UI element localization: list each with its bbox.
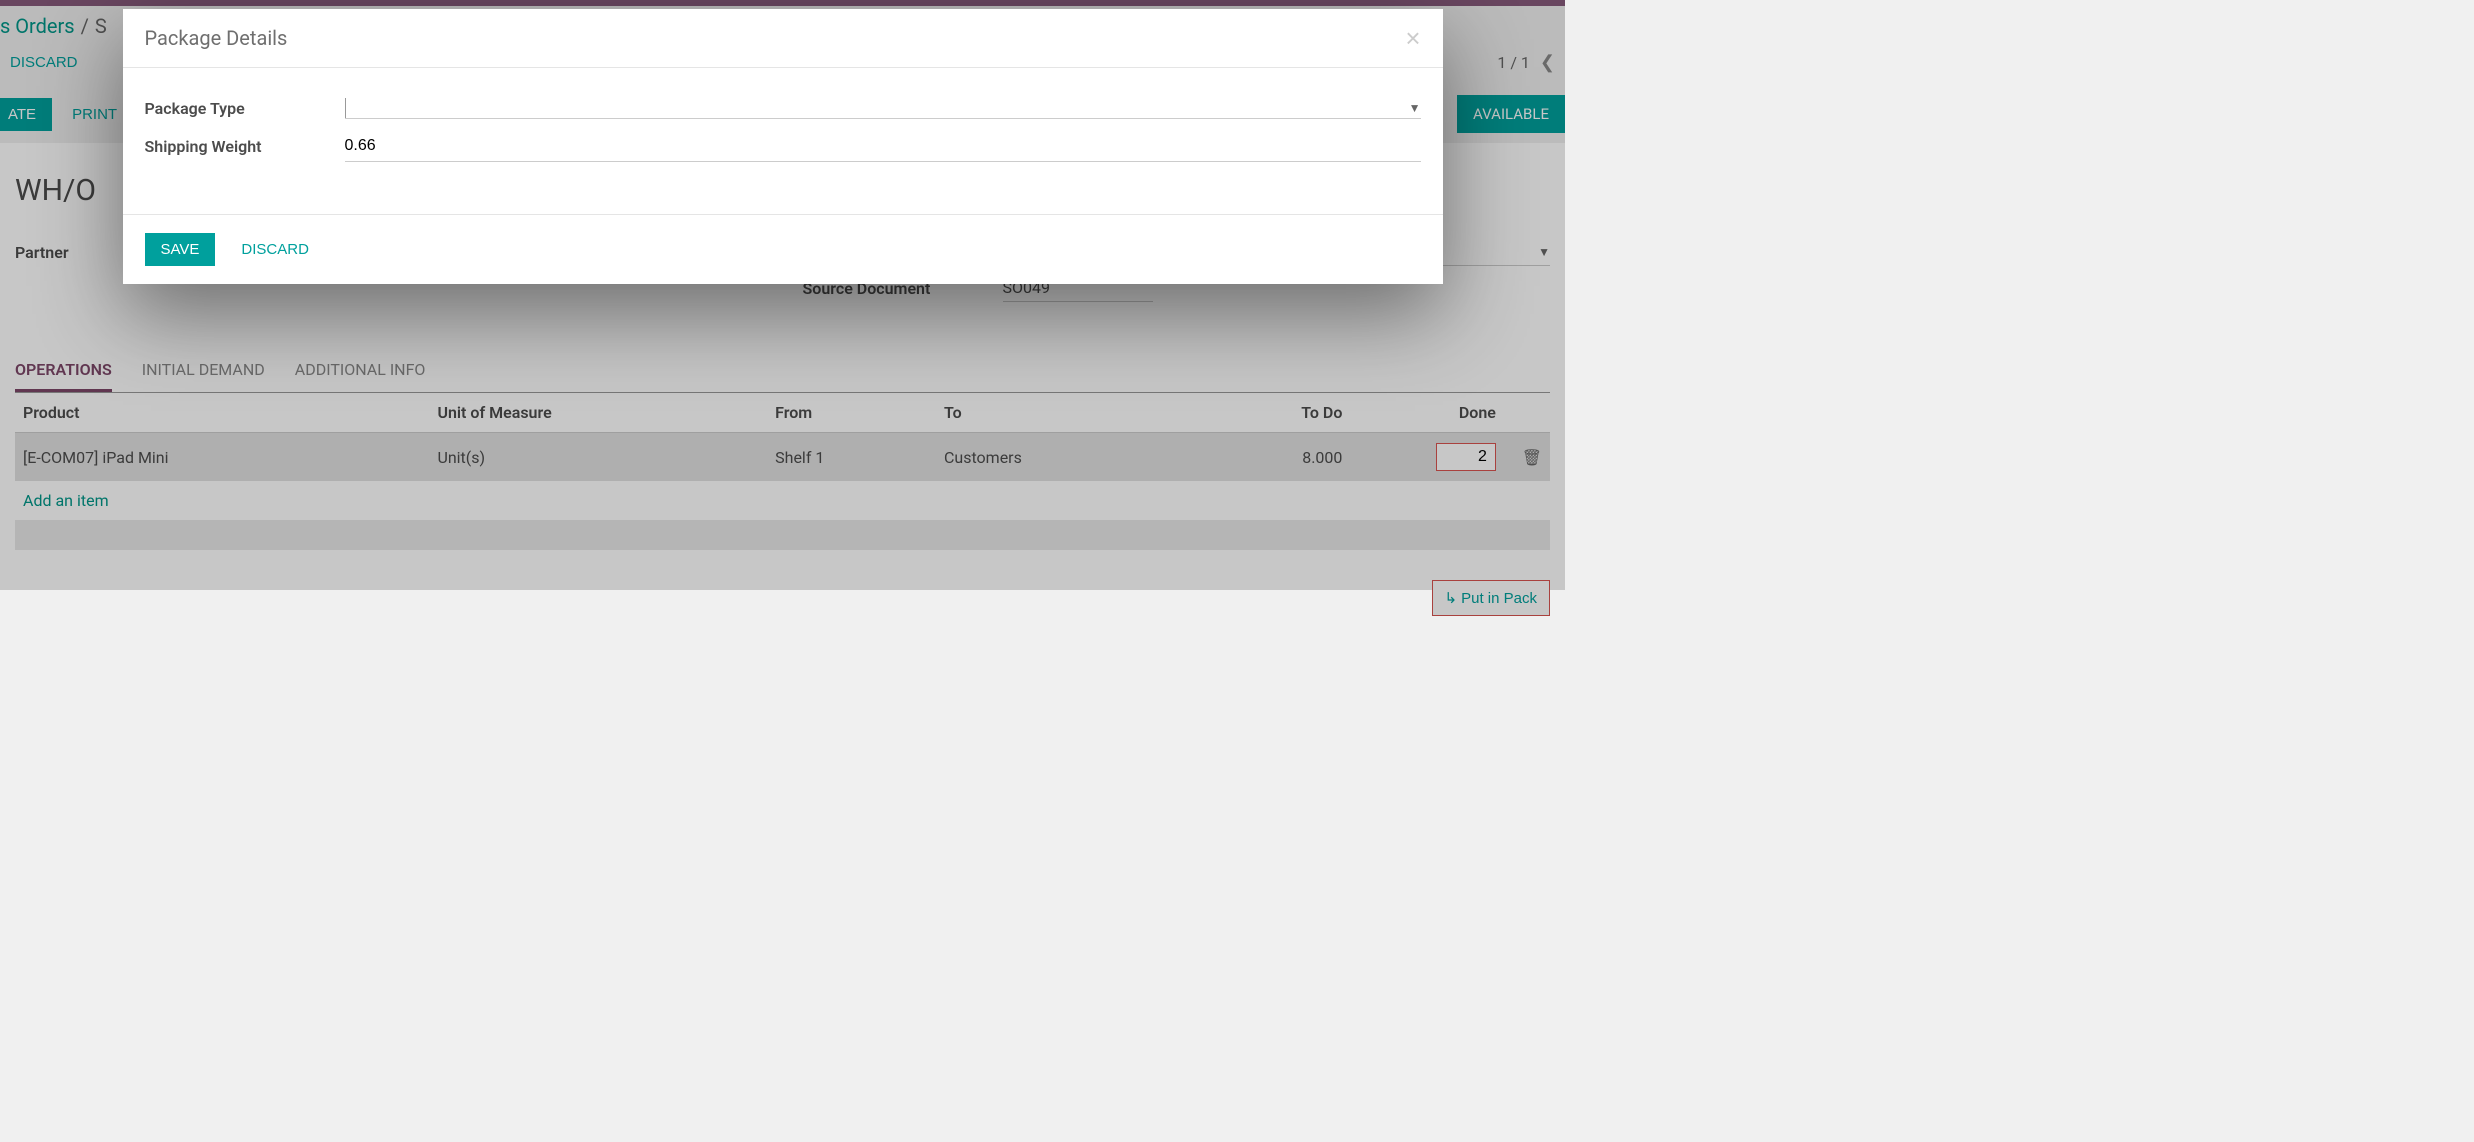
save-button[interactable]: SAVE	[145, 233, 216, 266]
cell-done[interactable]	[1350, 433, 1504, 482]
th-todo: To Do	[1212, 393, 1350, 433]
modal-footer: SAVE DISCARD	[123, 214, 1443, 284]
shipping-weight-label: Shipping Weight	[145, 137, 345, 156]
shipping-weight-field[interactable]	[345, 131, 1421, 162]
ate-button[interactable]: ATE	[0, 98, 52, 131]
breadcrumb-link-orders[interactable]: s Orders	[0, 14, 75, 38]
done-input[interactable]	[1436, 443, 1496, 471]
package-type-field[interactable]: ▼	[345, 98, 1421, 119]
pager-prev-icon[interactable]: ❮	[1540, 52, 1555, 73]
th-done: Done	[1350, 393, 1504, 433]
discard-button[interactable]: DISCARD	[231, 233, 319, 266]
modal-header: Package Details ×	[123, 9, 1443, 68]
chevron-down-icon[interactable]: ▼	[1409, 101, 1421, 115]
table-footer	[15, 520, 1550, 550]
package-type-input[interactable]	[345, 98, 1409, 118]
cell-todo: 8.000	[1212, 433, 1350, 482]
trash-icon[interactable]: 🗑	[1522, 448, 1542, 467]
tabs: OPERATIONS INITIAL DEMAND ADDITIONAL INF…	[15, 350, 1550, 393]
breadcrumb-separator: /	[75, 14, 95, 38]
print-button[interactable]: PRINT	[62, 98, 127, 131]
pager: 1 / 1 ❮	[1497, 52, 1555, 73]
close-icon[interactable]: ×	[1405, 25, 1420, 51]
package-details-modal: Package Details × Package Type ▼ Shippin…	[123, 9, 1443, 284]
modal-body: Package Type ▼ Shipping Weight	[123, 68, 1443, 214]
breadcrumb-current: S	[95, 14, 107, 38]
tab-initial-demand[interactable]: INITIAL DEMAND	[142, 350, 265, 392]
cell-uom: Unit(s)	[429, 433, 767, 482]
put-in-pack-button[interactable]: ↳ Put in Pack	[1432, 580, 1550, 616]
pager-text: 1 / 1	[1497, 53, 1530, 72]
modal-title: Package Details	[145, 26, 288, 50]
cell-from: Shelf 1	[767, 433, 936, 482]
operations-table: Product Unit of Measure From To To Do Do…	[15, 393, 1550, 481]
discard-button-top[interactable]: DISCARD	[0, 46, 88, 79]
cell-product: [E-COM07] iPad Mini	[15, 433, 429, 482]
tab-additional-info[interactable]: ADDITIONAL INFO	[295, 350, 426, 392]
chevron-down-icon[interactable]: ▼	[1538, 245, 1550, 259]
put-in-pack-label: Put in Pack	[1461, 590, 1537, 607]
add-item-link[interactable]: Add an item	[15, 481, 1550, 520]
th-product: Product	[15, 393, 429, 433]
th-to: To	[936, 393, 1212, 433]
th-uom: Unit of Measure	[429, 393, 767, 433]
status-available: AVAILABLE	[1457, 95, 1565, 133]
th-from: From	[767, 393, 936, 433]
arrow-icon: ↳	[1445, 589, 1458, 607]
cell-to: Customers	[936, 433, 1212, 482]
tab-operations[interactable]: OPERATIONS	[15, 350, 112, 392]
package-type-label: Package Type	[145, 99, 345, 118]
table-row[interactable]: [E-COM07] iPad Mini Unit(s) Shelf 1 Cust…	[15, 433, 1550, 482]
shipping-weight-input[interactable]	[345, 131, 1421, 161]
